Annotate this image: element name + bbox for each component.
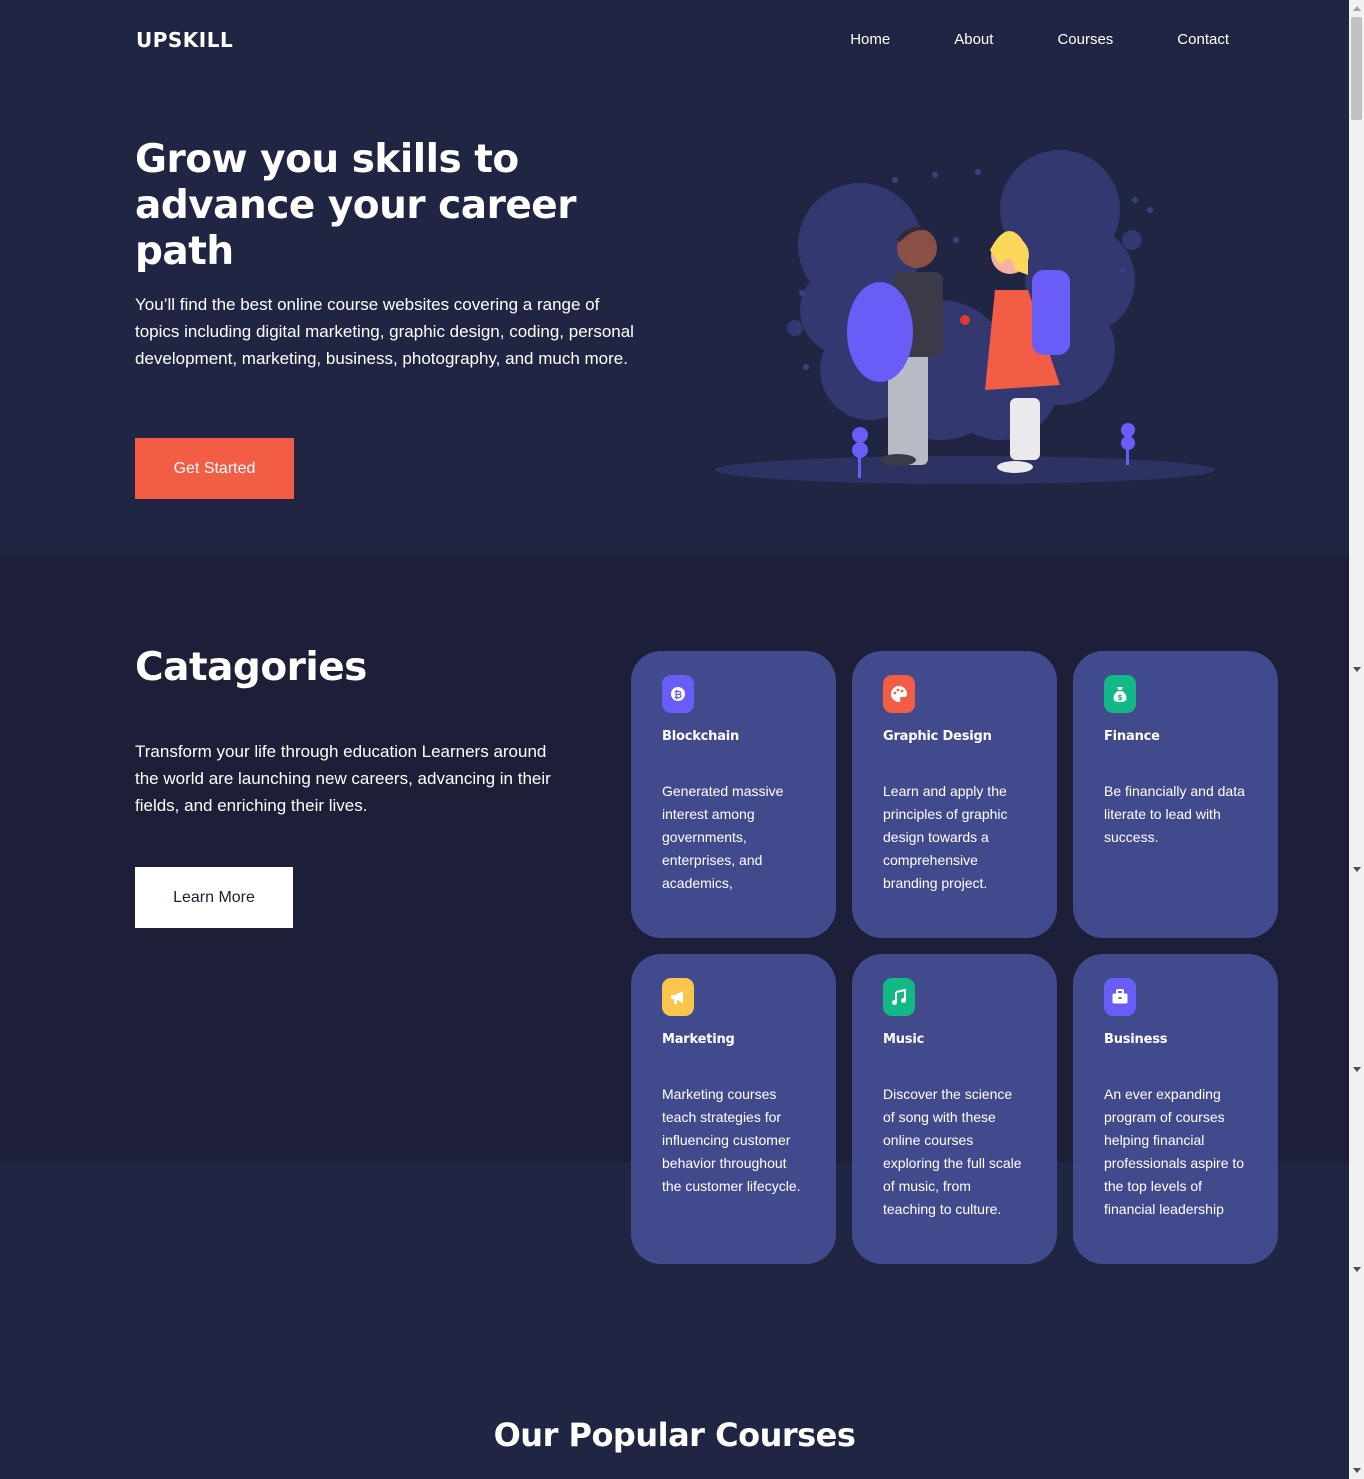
nav-home-link[interactable]: Home xyxy=(850,31,890,48)
category-card-music[interactable]: Music Discover the science of song with … xyxy=(852,954,1057,1264)
scroll-down-arrow-icon xyxy=(1353,1067,1361,1072)
scroll-thumb[interactable] xyxy=(1351,17,1362,120)
hero-title: Grow you skills to advance your career p… xyxy=(135,137,576,274)
categories-description: Transform your life through education Le… xyxy=(135,742,551,815)
main-nav: Home About Courses Contact xyxy=(850,31,1229,48)
megaphone-icon xyxy=(662,978,694,1016)
nav-courses-link[interactable]: Courses xyxy=(1057,31,1113,48)
categories-title: Catagories xyxy=(135,645,367,690)
card-title: Marketing xyxy=(662,1032,735,1047)
nav-about-link[interactable]: About xyxy=(954,31,993,48)
money-bag-icon: $ xyxy=(1104,675,1136,713)
card-text: Be financially and data literate to lead… xyxy=(1104,783,1245,845)
scroll-up-arrow-icon[interactable] xyxy=(1353,6,1361,11)
learn-more-button[interactable]: Learn More xyxy=(135,867,293,928)
scroll-down-arrow-icon xyxy=(1353,867,1361,872)
popular-courses-title: Our Popular Courses xyxy=(493,1416,856,1454)
svg-text:₿: ₿ xyxy=(674,689,682,701)
ground-shadow xyxy=(715,456,1215,484)
palette-icon xyxy=(883,675,915,713)
scroll-down-arrow-icon[interactable] xyxy=(1353,1468,1361,1473)
card-text: Marketing courses teach strategies for i… xyxy=(662,1086,801,1194)
card-text: Discover the science of song with these … xyxy=(883,1086,1022,1217)
card-text: Generated massive interest among governm… xyxy=(662,783,784,891)
background-bushes xyxy=(787,150,1142,440)
scroll-down-arrow-icon xyxy=(1353,667,1361,672)
students-illustration xyxy=(715,150,1215,484)
card-title: Business xyxy=(1104,1032,1168,1047)
category-card-business[interactable]: Business An ever expanding program of co… xyxy=(1073,954,1278,1264)
card-text: Learn and apply the principles of graphi… xyxy=(883,783,1008,891)
svg-text:$: $ xyxy=(1117,693,1123,702)
vertical-scrollbar[interactable] xyxy=(1349,0,1364,1479)
briefcase-icon xyxy=(1104,978,1136,1016)
card-title: Music xyxy=(883,1032,925,1047)
bitcoin-icon: ₿ xyxy=(662,675,694,713)
card-title: Blockchain xyxy=(662,729,740,744)
card-title: Graphic Design xyxy=(883,729,992,744)
get-started-button[interactable]: Get Started xyxy=(135,438,294,499)
card-text: An ever expanding program of courses hel… xyxy=(1104,1086,1245,1217)
hero-description: You’ll find the best online course websi… xyxy=(135,295,634,368)
card-title: Finance xyxy=(1104,729,1160,744)
music-note-icon xyxy=(883,978,915,1016)
nav-contact-link[interactable]: Contact xyxy=(1177,31,1229,48)
category-card-blockchain[interactable]: ₿ Blockchain Generated massive interest … xyxy=(631,651,836,938)
category-card-graphic-design[interactable]: Graphic Design Learn and apply the princ… xyxy=(852,651,1057,938)
site-logo[interactable]: UPSKILL xyxy=(136,28,233,52)
scroll-down-arrow-icon xyxy=(1353,1267,1361,1272)
category-card-finance[interactable]: $ Finance Be financially and data litera… xyxy=(1073,651,1278,938)
category-card-marketing[interactable]: Marketing Marketing courses teach strate… xyxy=(631,954,836,1264)
page: UPSKILL Home About Courses Contact Grow … xyxy=(0,0,1349,1479)
